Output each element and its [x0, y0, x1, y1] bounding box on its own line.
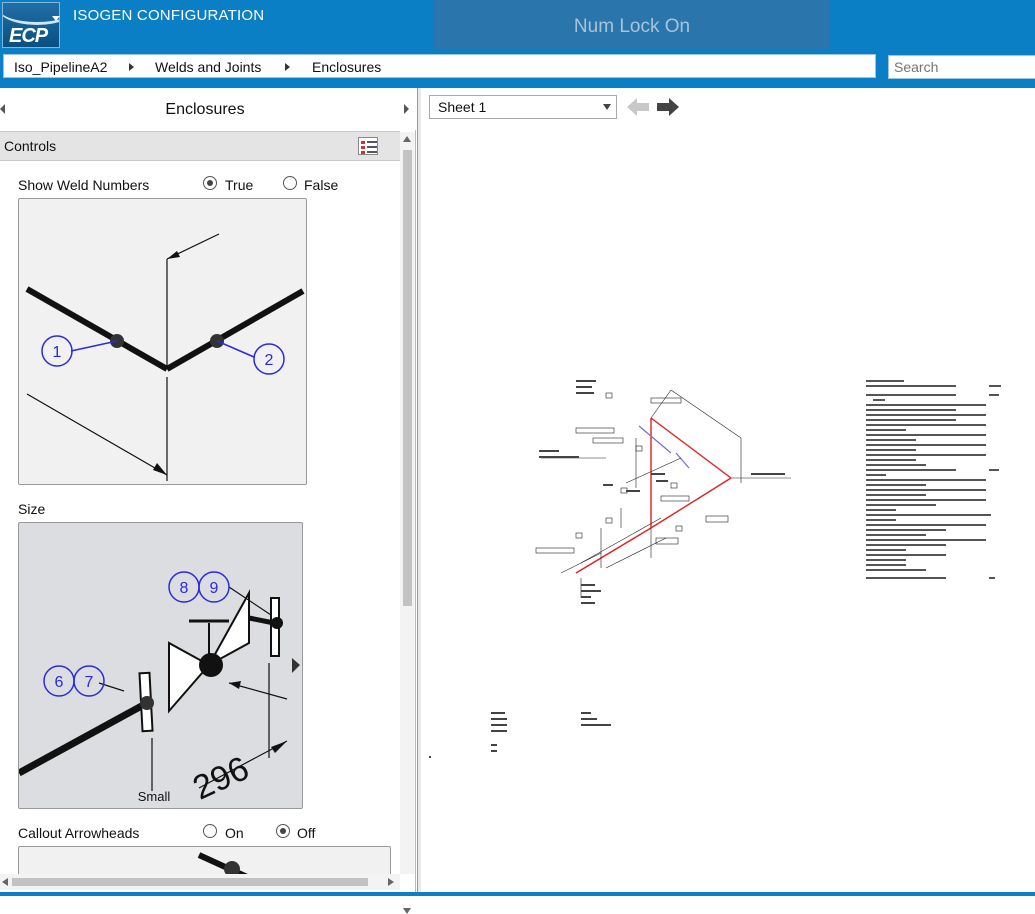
breadcrumb-item-welds[interactable]: Welds and Joints: [155, 59, 261, 75]
horizontal-scroll-thumb[interactable]: [12, 878, 368, 886]
breadcrumb: Iso_PipelineA2 Welds and Joints Enclosur…: [3, 54, 876, 78]
logo-text: ECP: [9, 25, 48, 47]
weld-numbers-true-radio[interactable]: [203, 176, 217, 190]
size-preview[interactable]: 296 8 9 6 7 Small: [18, 522, 303, 809]
arrowheads-on-label[interactable]: On: [225, 825, 244, 841]
size-label: Size: [18, 501, 46, 517]
back-arrow-icon[interactable]: [627, 98, 649, 116]
app-logo[interactable]: ECP: [2, 2, 60, 48]
sheet-dropdown[interactable]: Sheet 1: [429, 95, 617, 119]
weld-bubble-8: 8: [180, 580, 189, 597]
breadcrumb-item-pipeline[interactable]: Iso_PipelineA2: [14, 59, 107, 75]
sheet-dropdown-value: Sheet 1: [438, 99, 487, 115]
weld-numbers-preview[interactable]: 1 2: [18, 198, 307, 485]
preview-next-icon[interactable]: [292, 658, 300, 673]
controls-section-header[interactable]: Controls: [0, 131, 400, 161]
scroll-down-icon[interactable]: [403, 908, 411, 914]
vertical-scroll-thumb[interactable]: [403, 150, 412, 606]
drawing-panel: Sheet 1: [421, 88, 1035, 896]
left-panel: Enclosures Controls Show Weld Numbers Tr…: [0, 88, 416, 914]
arrowheads-off-label[interactable]: Off: [297, 825, 315, 841]
dropdown-caret-icon[interactable]: [603, 104, 611, 110]
isometric-drawing[interactable]: [421, 128, 1035, 888]
weld-numbers-true-label[interactable]: True: [225, 177, 253, 193]
scroll-left-icon[interactable]: [2, 878, 8, 886]
weld-bubble-9: 9: [210, 580, 219, 597]
controls-list-icon[interactable]: [358, 137, 378, 155]
arrowheads-on-radio[interactable]: [203, 824, 217, 838]
app-title: ISOGEN CONFIGURATION: [73, 7, 265, 24]
scroll-up-icon[interactable]: [403, 136, 411, 142]
controls-label: Controls: [4, 138, 57, 154]
weld-numbers-false-label[interactable]: False: [304, 177, 338, 193]
weld-numbers-diagram: 1 2: [25, 233, 305, 481]
weld-bubble-1: 1: [53, 344, 62, 361]
panel-header: Enclosures: [0, 88, 416, 130]
breadcrumb-chevron-icon[interactable]: [285, 63, 290, 71]
status-strip: [0, 892, 1035, 896]
weld-bubble-6: 6: [55, 674, 64, 691]
weld-numbers-false-radio[interactable]: [283, 176, 297, 190]
left-panel-vertical-scrollbar[interactable]: [400, 132, 415, 914]
size-diagram: 296 8 9 6 7 Small: [19, 571, 300, 808]
app-menu-chevron-icon[interactable]: [52, 16, 60, 21]
left-panel-horizontal-scrollbar[interactable]: [0, 874, 400, 890]
breadcrumb-chevron-icon[interactable]: [129, 63, 134, 71]
callout-arrowheads-label: Callout Arrowheads: [18, 825, 140, 841]
panel-next-icon[interactable]: [404, 104, 409, 114]
arrowheads-off-radio[interactable]: [276, 824, 290, 838]
logo-swoosh: [3, 3, 59, 25]
show-weld-numbers-label: Show Weld Numbers: [18, 177, 150, 193]
weld-bubble-2: 2: [265, 352, 274, 369]
breadcrumb-item-enclosures[interactable]: Enclosures: [312, 59, 381, 75]
forward-arrow-icon[interactable]: [657, 98, 679, 116]
scroll-right-icon[interactable]: [388, 878, 394, 886]
search-input[interactable]: [888, 55, 1035, 79]
dimension-text: 296: [187, 749, 254, 807]
size-caption: Small: [138, 789, 171, 804]
panel-title: Enclosures: [165, 101, 245, 118]
weld-bubble-7: 7: [85, 674, 94, 691]
